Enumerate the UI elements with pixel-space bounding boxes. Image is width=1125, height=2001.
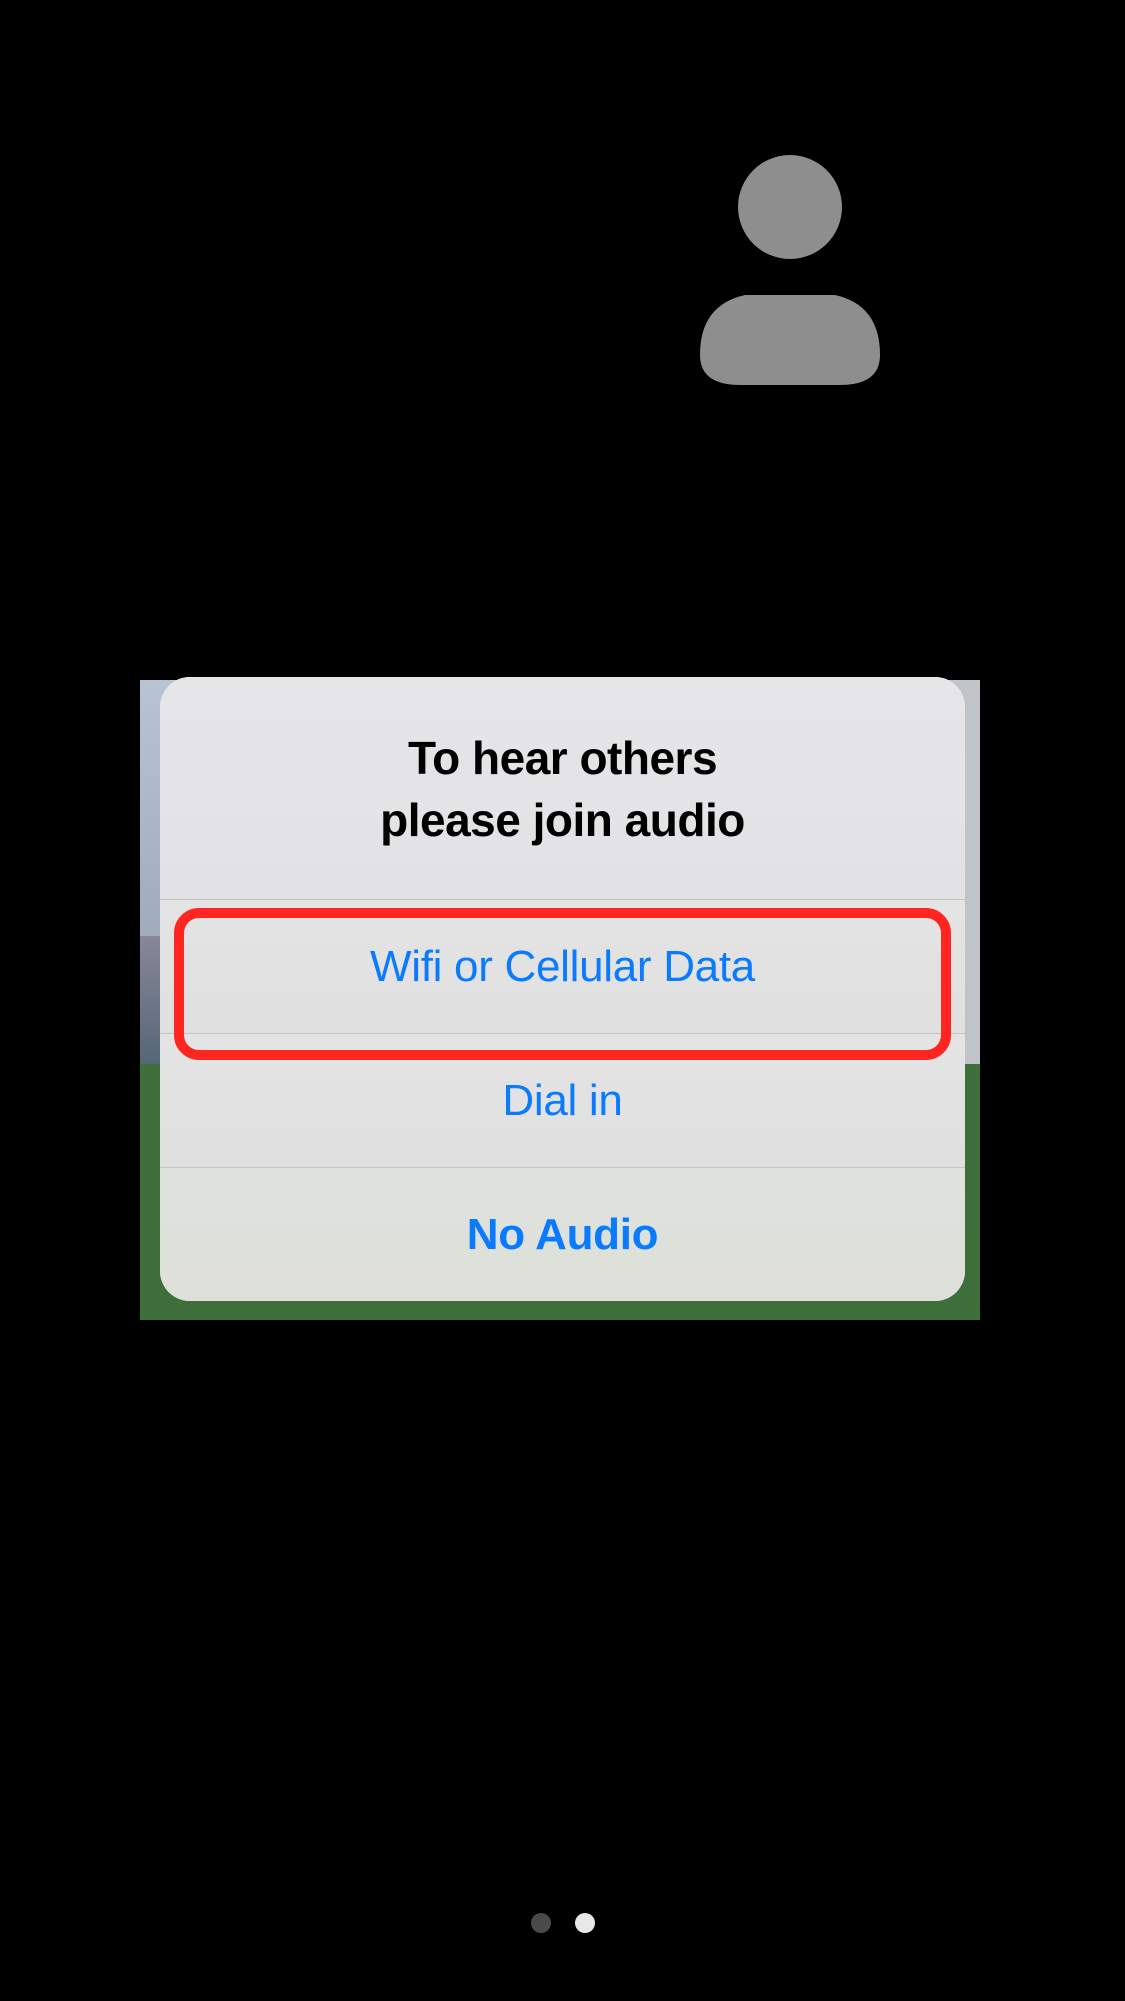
join-audio-action-sheet: To hear others please join audio Wifi or…: [160, 677, 965, 1301]
title-line-1: To hear others: [408, 732, 717, 784]
participant-placeholder-icon: [690, 155, 890, 385]
page-dot-0[interactable]: [531, 1913, 551, 1933]
action-sheet-title: To hear others please join audio: [200, 727, 925, 851]
page-dot-1[interactable]: [575, 1913, 595, 1933]
page-indicator[interactable]: [531, 1913, 595, 1933]
wifi-or-cellular-data-option[interactable]: Wifi or Cellular Data: [160, 899, 965, 1033]
title-line-2: please join audio: [380, 794, 745, 846]
action-sheet-header: To hear others please join audio: [160, 677, 965, 899]
dial-in-option[interactable]: Dial in: [160, 1033, 965, 1167]
no-audio-option[interactable]: No Audio: [160, 1167, 965, 1301]
